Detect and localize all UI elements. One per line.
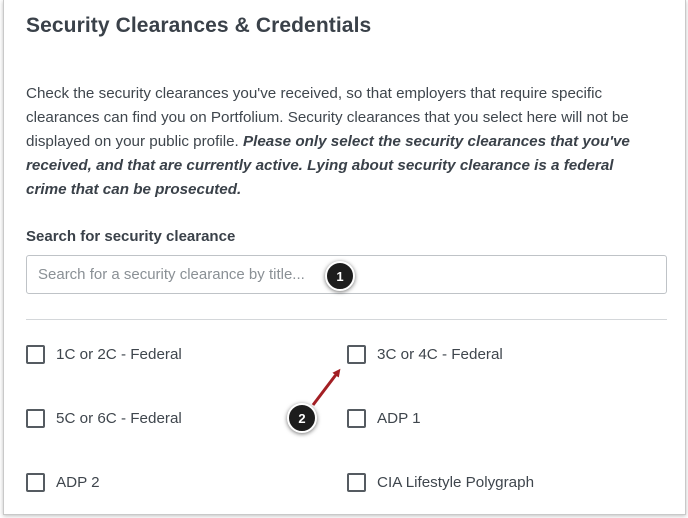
clearance-label: CIA Lifestyle Polygraph	[377, 474, 535, 491]
clearance-option-5c-6c-federal[interactable]: 5C or 6C - Federal	[26, 409, 182, 428]
divider	[26, 319, 667, 320]
description-text: Check the security clearances you've rec…	[26, 82, 656, 202]
clearance-label: 5C or 6C - Federal	[56, 410, 182, 427]
callout-badge-2: 2	[287, 403, 317, 433]
page-title: Security Clearances & Credentials	[26, 14, 372, 37]
clearance-option-1c-2c-federal[interactable]: 1C or 2C - Federal	[26, 345, 182, 364]
checkbox[interactable]	[26, 409, 45, 428]
clearance-label: ADP 1	[377, 410, 421, 427]
checkbox[interactable]	[347, 409, 366, 428]
checkbox[interactable]	[347, 345, 366, 364]
search-label: Search for security clearance	[26, 228, 236, 245]
callout-badge-1: 1	[325, 261, 355, 291]
clearance-label: ADP 2	[56, 474, 100, 491]
checkbox[interactable]	[26, 473, 45, 492]
clearance-label: 3C or 4C - Federal	[377, 346, 503, 363]
clearance-option-adp-2[interactable]: ADP 2	[26, 473, 100, 492]
clearance-option-cia-lifestyle-polygraph[interactable]: CIA Lifestyle Polygraph	[347, 473, 534, 492]
checkbox[interactable]	[347, 473, 366, 492]
checkbox[interactable]	[26, 345, 45, 364]
security-clearances-panel: Security Clearances & Credentials Check …	[3, 0, 686, 515]
clearance-option-3c-4c-federal[interactable]: 3C or 4C - Federal	[347, 345, 503, 364]
clearance-label: 1C or 2C - Federal	[56, 346, 182, 363]
clearance-option-adp-1[interactable]: ADP 1	[347, 409, 421, 428]
